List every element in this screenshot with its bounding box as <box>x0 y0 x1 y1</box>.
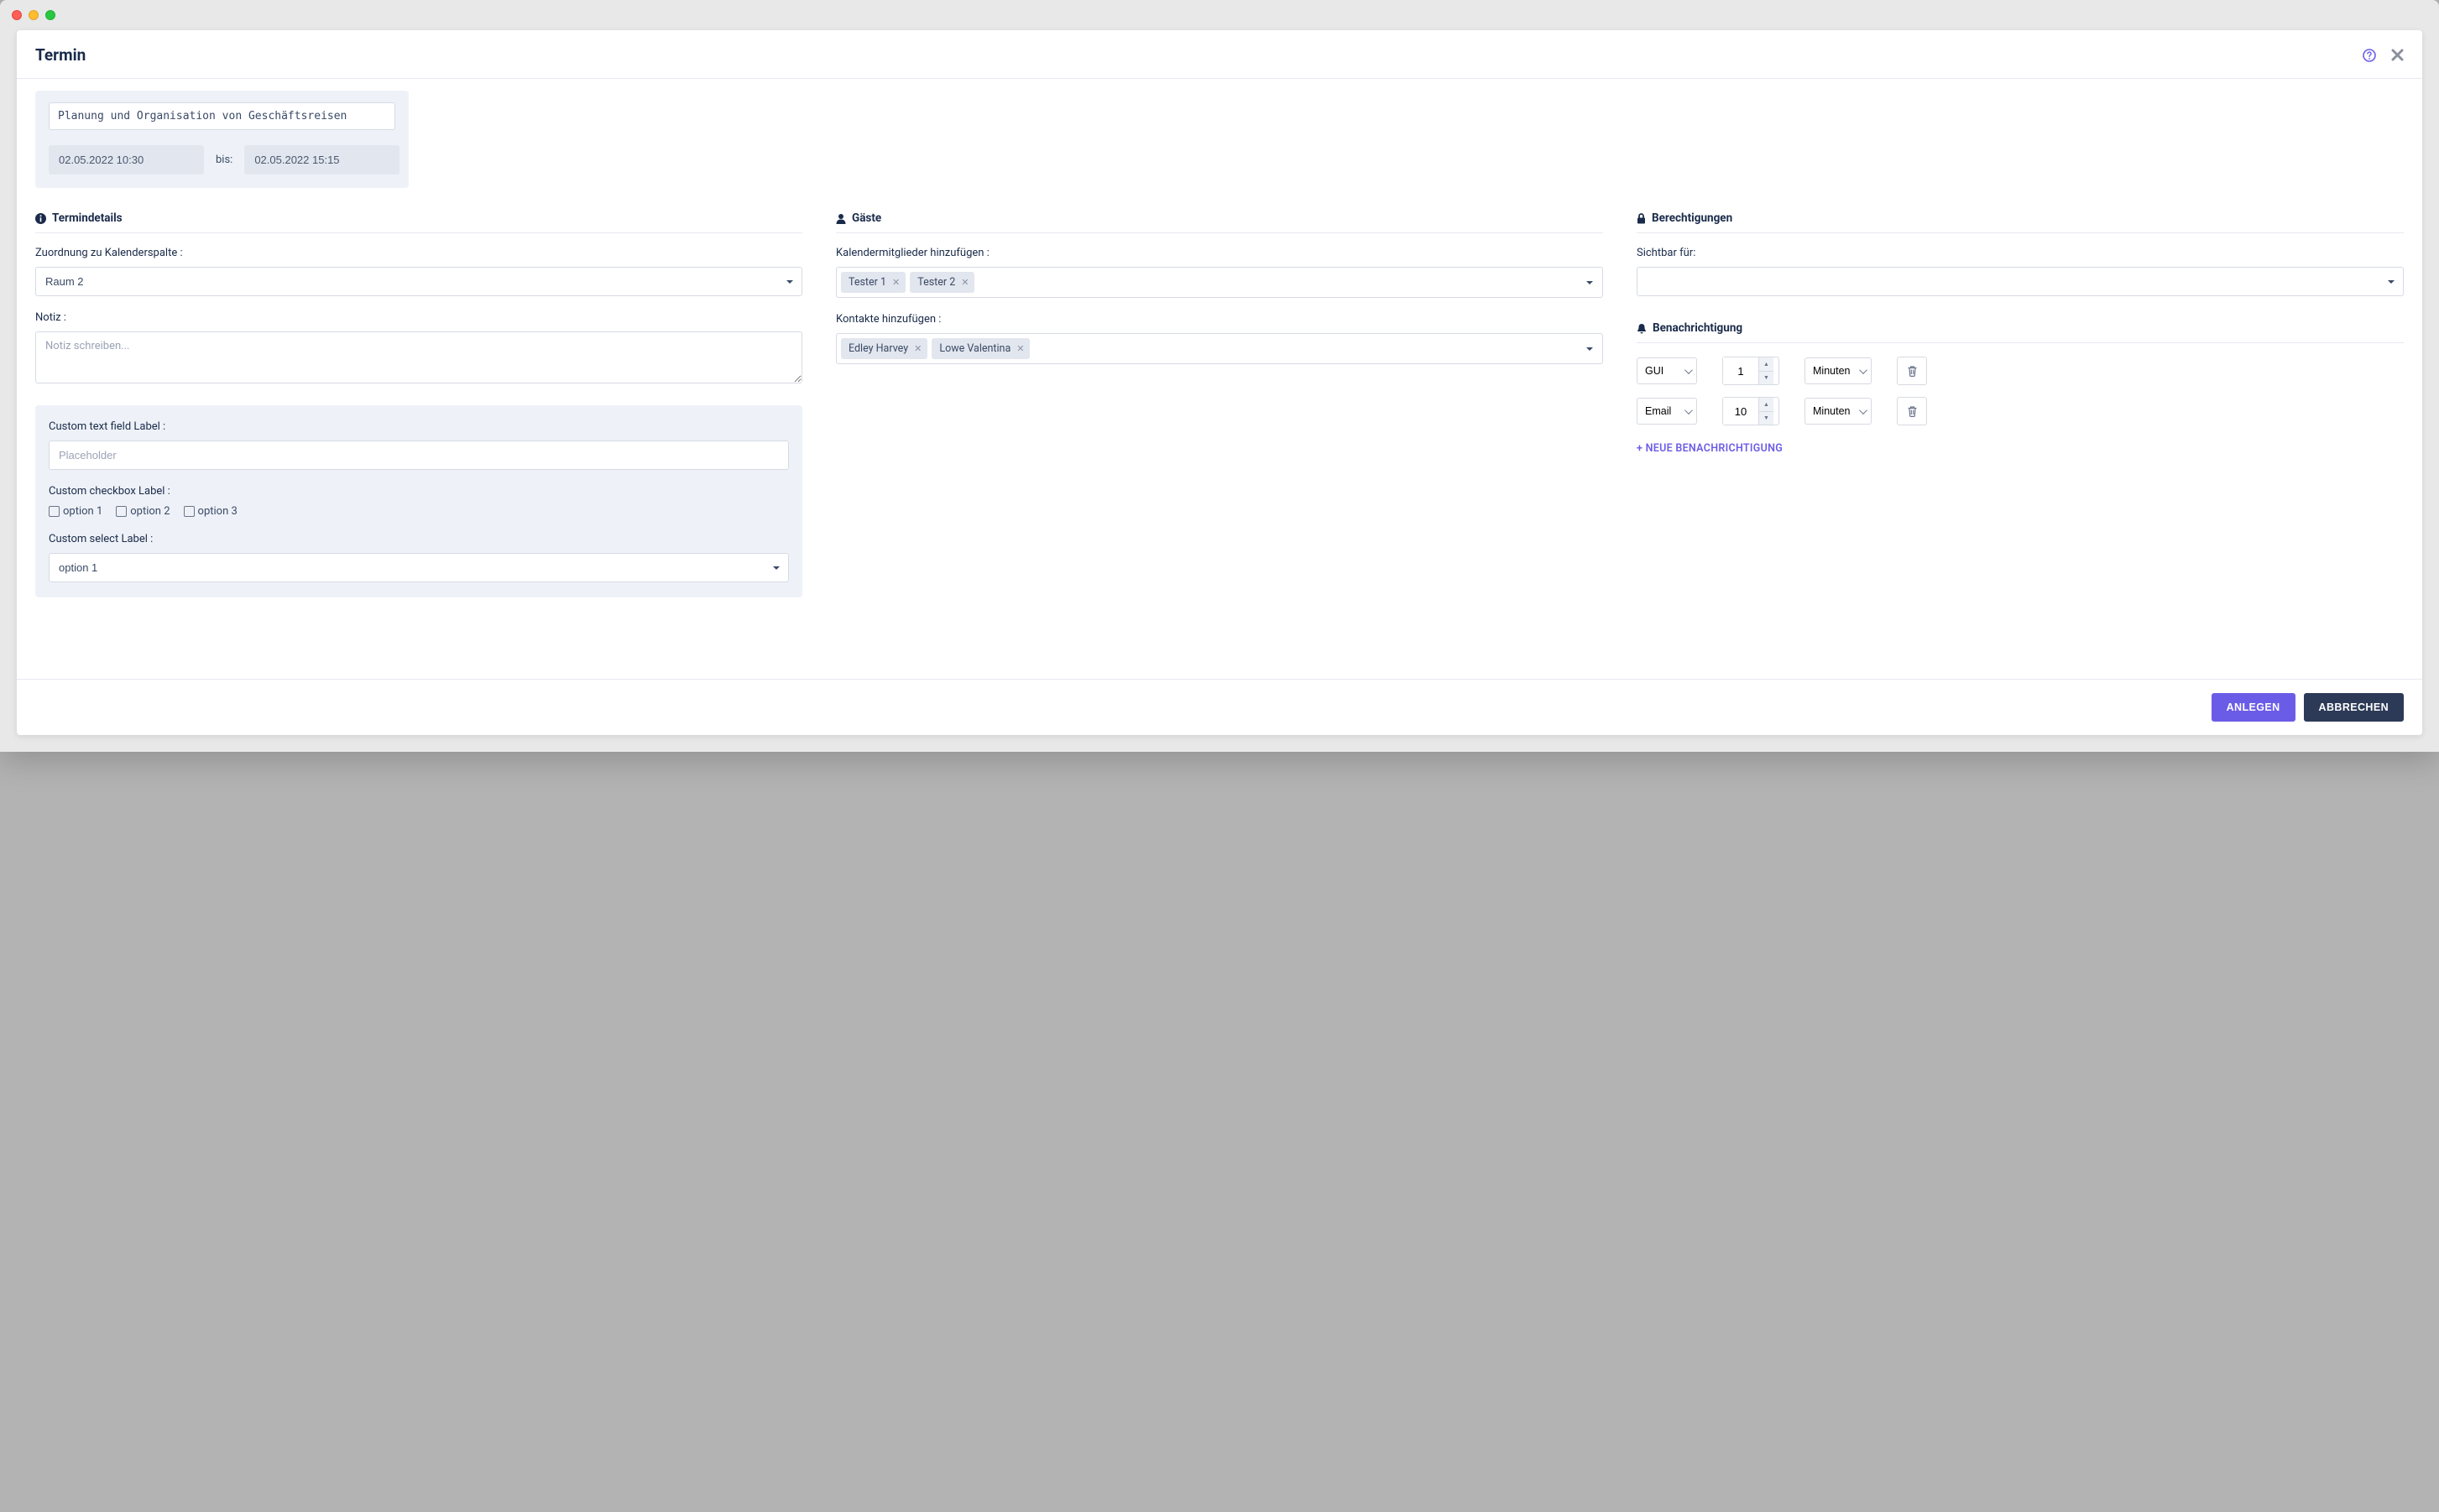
trash-icon <box>1907 405 1918 417</box>
step-down-icon[interactable]: ▼ <box>1759 372 1773 385</box>
cancel-button[interactable]: ABBRECHEN <box>2304 693 2404 722</box>
custom-select[interactable]: option 1 <box>49 553 789 582</box>
close-icon[interactable] <box>2391 49 2404 61</box>
notification-unit-select[interactable]: Minuten <box>1804 398 1872 425</box>
info-icon <box>35 213 46 224</box>
guests-header: Gäste <box>836 211 1603 233</box>
note-textarea[interactable] <box>35 331 802 383</box>
lock-icon <box>1637 213 1646 224</box>
members-multiselect[interactable]: Tester 1 ✕ Tester 2 ✕ <box>836 267 1603 298</box>
member-chip: Tester 1 ✕ <box>841 272 906 293</box>
notification-type-select[interactable]: Email <box>1637 398 1697 425</box>
guests-column: Gäste Kalendermitglieder hinzufügen : Te… <box>836 211 1603 597</box>
custom-text-label: Custom text field Label : <box>49 420 789 433</box>
checkbox-option-2[interactable]: option 2 <box>116 505 170 518</box>
note-label: Notiz : <box>35 311 802 324</box>
visible-for-label: Sichtbar für: <box>1637 247 2404 259</box>
delete-notification-button[interactable] <box>1897 397 1927 425</box>
app-window: Termin Planung und Organisation von Gesc… <box>0 0 2439 752</box>
chevron-down-icon <box>1586 281 1593 284</box>
modal-body: Planung und Organisation von Geschäftsre… <box>17 79 2422 679</box>
delete-notification-button[interactable] <box>1897 357 1927 385</box>
contacts-multiselect[interactable]: Edley Harvey ✕ Lowe Valentina ✕ <box>836 333 1603 364</box>
help-icon[interactable] <box>2363 49 2376 62</box>
user-icon <box>836 213 846 224</box>
remove-chip-icon[interactable]: ✕ <box>892 277 900 288</box>
details-header: Termindetails <box>35 211 802 233</box>
notification-unit-select[interactable]: Minuten <box>1804 357 1872 384</box>
notification-type-select[interactable]: GUI <box>1637 357 1697 384</box>
window-close-icon[interactable] <box>12 10 22 20</box>
notification-number-input[interactable] <box>1723 398 1758 425</box>
chevron-down-icon <box>1586 347 1593 351</box>
member-chip: Tester 2 ✕ <box>910 272 974 293</box>
step-up-icon[interactable]: ▲ <box>1759 398 1773 412</box>
appointment-modal: Termin Planung und Organisation von Gesc… <box>17 30 2422 735</box>
contact-chip: Lowe Valentina ✕ <box>932 338 1030 359</box>
title-date-box: Planung und Organisation von Geschäftsre… <box>35 91 409 188</box>
window-minimize-icon[interactable] <box>29 10 39 20</box>
window-zoom-icon[interactable] <box>45 10 55 20</box>
trash-icon <box>1907 365 1918 377</box>
notification-number-stepper[interactable]: ▲▼ <box>1722 357 1779 385</box>
members-label: Kalendermitglieder hinzufügen : <box>836 247 1603 259</box>
details-column: Termindetails Zuordnung zu Kalenderspalt… <box>35 211 802 597</box>
remove-chip-icon[interactable]: ✕ <box>961 277 969 288</box>
visible-for-select[interactable] <box>1637 267 2404 296</box>
assign-label: Zuordnung zu Kalenderspalte : <box>35 247 802 259</box>
date-from-input[interactable] <box>49 145 204 175</box>
modal-footer: ANLEGEN ABBRECHEN <box>17 679 2422 735</box>
custom-text-input[interactable] <box>49 441 789 470</box>
add-notification-link[interactable]: + NEUE BENACHRICHTIGUNG <box>1637 442 1783 455</box>
notification-number-stepper[interactable]: ▲▼ <box>1722 397 1779 425</box>
checkbox-option-3[interactable]: option 3 <box>184 505 238 518</box>
permissions-header: Berechtigungen <box>1637 211 2404 233</box>
bell-icon <box>1637 323 1647 334</box>
traffic-lights <box>12 10 55 20</box>
titlebar <box>0 0 2439 30</box>
custom-select-label: Custom select Label : <box>49 533 789 545</box>
appointment-title-input[interactable]: Planung und Organisation von Geschäftsre… <box>49 102 395 130</box>
calendar-column-select[interactable]: Raum 2 <box>35 267 802 296</box>
date-separator-label: bis: <box>216 154 232 166</box>
contacts-label: Kontakte hinzufügen : <box>836 313 1603 326</box>
modal-title: Termin <box>35 45 86 65</box>
notifications-header: Benachrichtigung <box>1637 321 2404 343</box>
checkbox-option-1[interactable]: option 1 <box>49 505 102 518</box>
custom-checkbox-label: Custom checkbox Label : <box>49 485 789 498</box>
step-down-icon[interactable]: ▼ <box>1759 412 1773 425</box>
create-button[interactable]: ANLEGEN <box>2212 693 2295 722</box>
custom-fields-box: Custom text field Label : Custom checkbo… <box>35 405 802 597</box>
notification-row: GUI ▲▼ Minuten <box>1637 357 2404 385</box>
step-up-icon[interactable]: ▲ <box>1759 357 1773 372</box>
notification-number-input[interactable] <box>1723 357 1758 384</box>
custom-checkbox-row: option 1 option 2 option 3 <box>49 505 789 518</box>
remove-chip-icon[interactable]: ✕ <box>914 343 922 354</box>
date-to-input[interactable] <box>244 145 400 175</box>
notification-row: Email ▲▼ Minuten <box>1637 397 2404 425</box>
contact-chip: Edley Harvey ✕ <box>841 338 927 359</box>
permissions-column: Berechtigungen Sichtbar für: Benachricht… <box>1637 211 2404 597</box>
remove-chip-icon[interactable]: ✕ <box>1016 343 1024 354</box>
modal-header: Termin <box>17 30 2422 79</box>
